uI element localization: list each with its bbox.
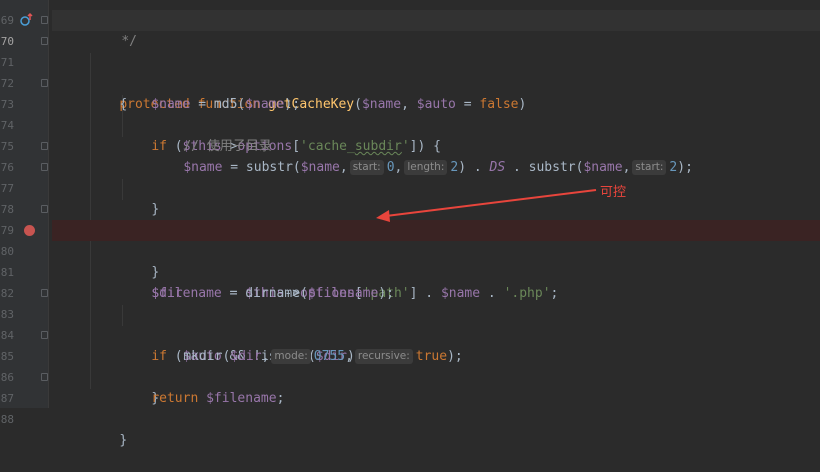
annotation-label: 可控 — [600, 185, 627, 200]
code-line[interactable]: 84 mkdir($dir, mode: 0755, recursive: true); — [1, 304, 820, 364]
line-number: 82 — [0, 287, 14, 300]
code-line[interactable]: 88 — [1, 388, 820, 426]
code-line[interactable]: 86 return $filename; — [1, 346, 820, 406]
code-line[interactable]: 81 $dir = dirname($filename); — [1, 241, 820, 301]
fold-toggle-icon[interactable] — [41, 37, 48, 45]
fold-toggle-icon[interactable] — [41, 289, 48, 297]
line-number: 83 — [0, 308, 14, 321]
code-line[interactable]: 85 } — [1, 325, 820, 406]
fold-toggle-icon[interactable] — [41, 163, 48, 171]
line-number: 70 — [0, 35, 14, 48]
line-number: 76 — [0, 161, 14, 174]
line-number: 71 — [0, 56, 14, 69]
code-line-breakpoint[interactable]: 80 $filename = $this->options['path'] . … — [1, 220, 820, 301]
code-line[interactable]: 79 } — [1, 199, 820, 280]
fold-toggle-icon[interactable] — [41, 205, 48, 213]
code-line[interactable]: 87 } — [1, 367, 820, 448]
code-line[interactable]: 70 protected function getCacheKey($name,… — [1, 10, 820, 112]
code-line[interactable]: 75 $name = substr($name, start: 0, length: 2… — [1, 115, 820, 175]
line-number: 84 — [0, 329, 14, 342]
line-number: 77 — [0, 182, 14, 195]
line-number: 86 — [0, 371, 14, 384]
line-number: 81 — [0, 266, 14, 279]
line-number: 74 — [0, 119, 14, 132]
code-line[interactable]: 73 if ($this->options['cache_subdir']) { — [1, 73, 820, 154]
code-line[interactable]: 77 if ($this->options['prefix']) { — [1, 157, 820, 238]
code-line[interactable]: 76 } — [1, 136, 820, 217]
line-number: 78 — [0, 203, 14, 216]
code-line[interactable]: 83 if ($auto && !is_dir($dir)) { — [1, 283, 820, 364]
line-number: 85 — [0, 350, 14, 363]
fold-toggle-icon[interactable] — [41, 79, 48, 87]
code-line[interactable]: 78 $name = $this->options['prefix'] . DS… — [1, 178, 820, 238]
code-line[interactable]: 69 */ — [1, 0, 820, 49]
breakpoint-icon[interactable] — [24, 225, 35, 236]
code-token: } — [119, 433, 128, 448]
code-line[interactable]: 72 $name = md5($name); — [1, 52, 820, 112]
line-number: 75 — [0, 140, 14, 153]
code-line[interactable]: 82 — [1, 262, 820, 300]
line-number: 79 — [0, 224, 14, 237]
fold-toggle-icon[interactable] — [41, 16, 48, 24]
line-content — [83, 433, 119, 448]
line-number: 72 — [0, 77, 14, 90]
line-number: 87 — [0, 392, 14, 405]
fold-toggle-icon[interactable] — [41, 142, 48, 150]
code-line[interactable]: 71 { — [1, 31, 820, 112]
code-editor[interactable]: 69 */ 70 protected function getCacheKey(… — [1, 0, 820, 448]
line-number: 69 — [0, 14, 14, 27]
implements-method-icon[interactable] — [19, 12, 35, 28]
line-number: 88 — [0, 413, 14, 426]
fold-toggle-icon[interactable] — [41, 331, 48, 339]
fold-toggle-icon[interactable] — [41, 373, 48, 381]
line-number: 73 — [0, 98, 14, 111]
code-line[interactable]: 74 // 使用子目录 — [1, 94, 820, 154]
line-number: 80 — [0, 245, 14, 258]
